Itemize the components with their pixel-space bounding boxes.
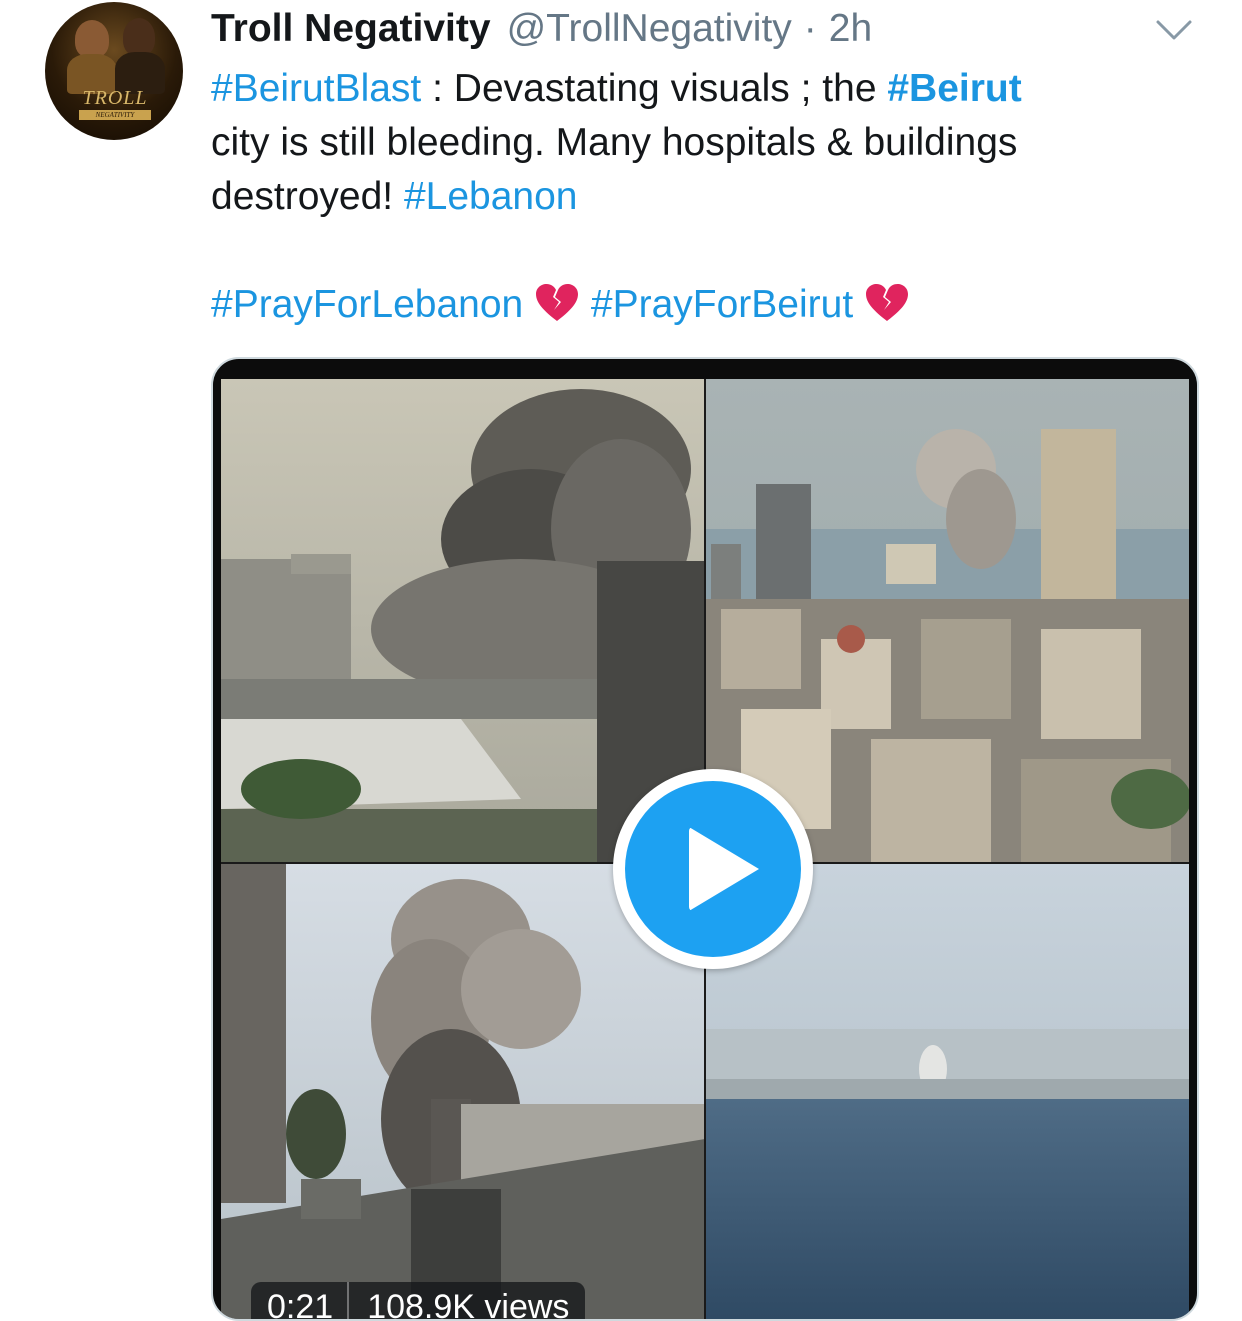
header-separator: · xyxy=(803,7,817,50)
tweet-text-segment: : Devastating visuals ; the xyxy=(421,67,888,110)
hashtag-beirutblast[interactable]: #BeirutBlast xyxy=(211,67,421,110)
avatar-person-right xyxy=(123,18,155,56)
avatar[interactable]: TROLL NEGATIVITY xyxy=(45,2,183,140)
play-icon xyxy=(689,827,759,911)
tweet-text: #BeirutBlast : Devastating visuals ; the… xyxy=(211,62,1211,332)
author-handle[interactable]: @TrollNegativity xyxy=(507,4,792,54)
video-view-count: 108.9K views xyxy=(367,1288,570,1321)
broken-heart-icon xyxy=(534,283,580,338)
avatar-logo-text: TROLL xyxy=(82,87,148,109)
video-info-badge: 0:21 108.9K views xyxy=(251,1282,586,1321)
video-player[interactable]: 0:21 108.9K views xyxy=(211,357,1199,1321)
video-duration: 0:21 xyxy=(267,1288,334,1321)
avatar-person-left xyxy=(75,20,109,58)
hashtag-lebanon[interactable]: #Lebanon xyxy=(404,175,578,218)
tweet-text-line-1: #BeirutBlast : Devastating visuals ; the… xyxy=(211,62,1211,116)
hashtag-beirut[interactable]: #Beirut xyxy=(887,67,1021,110)
video-thumbnail: 0:21 108.9K views xyxy=(221,379,1189,1319)
avatar-logo-subtext: NEGATIVITY xyxy=(79,110,151,120)
hashtag-prayforlebanon[interactable]: #PrayForLebanon xyxy=(211,283,523,326)
tweet-text-line-3: destroyed! #Lebanon xyxy=(211,170,1211,224)
tweet-menu-button[interactable] xyxy=(1152,12,1196,48)
author-display-name[interactable]: Troll Negativity xyxy=(211,4,491,54)
video-frame-top-right xyxy=(705,379,1189,863)
tweet[interactable]: TROLL NEGATIVITY Troll Negativity @Troll… xyxy=(0,0,1242,1321)
video-frame-bottom-left xyxy=(221,863,705,1319)
broken-heart-icon xyxy=(864,283,910,338)
play-button[interactable] xyxy=(613,769,813,969)
tweet-text-line-4: #PrayForLebanon #PrayForBeirut xyxy=(211,278,1211,332)
tweet-text-line-2: city is still bleeding. Many hospitals &… xyxy=(211,121,1018,164)
tweet-timestamp[interactable]: 2h xyxy=(829,4,872,54)
hashtag-prayforbeirut[interactable]: #PrayForBeirut xyxy=(591,283,853,326)
play-button-circle xyxy=(625,781,801,957)
video-frame-top-left xyxy=(221,379,705,863)
chevron-down-icon xyxy=(1156,20,1192,40)
tweet-header: Troll Negativity @TrollNegativity · 2h xyxy=(211,4,872,54)
tweet-text-segment: destroyed! xyxy=(211,175,404,218)
